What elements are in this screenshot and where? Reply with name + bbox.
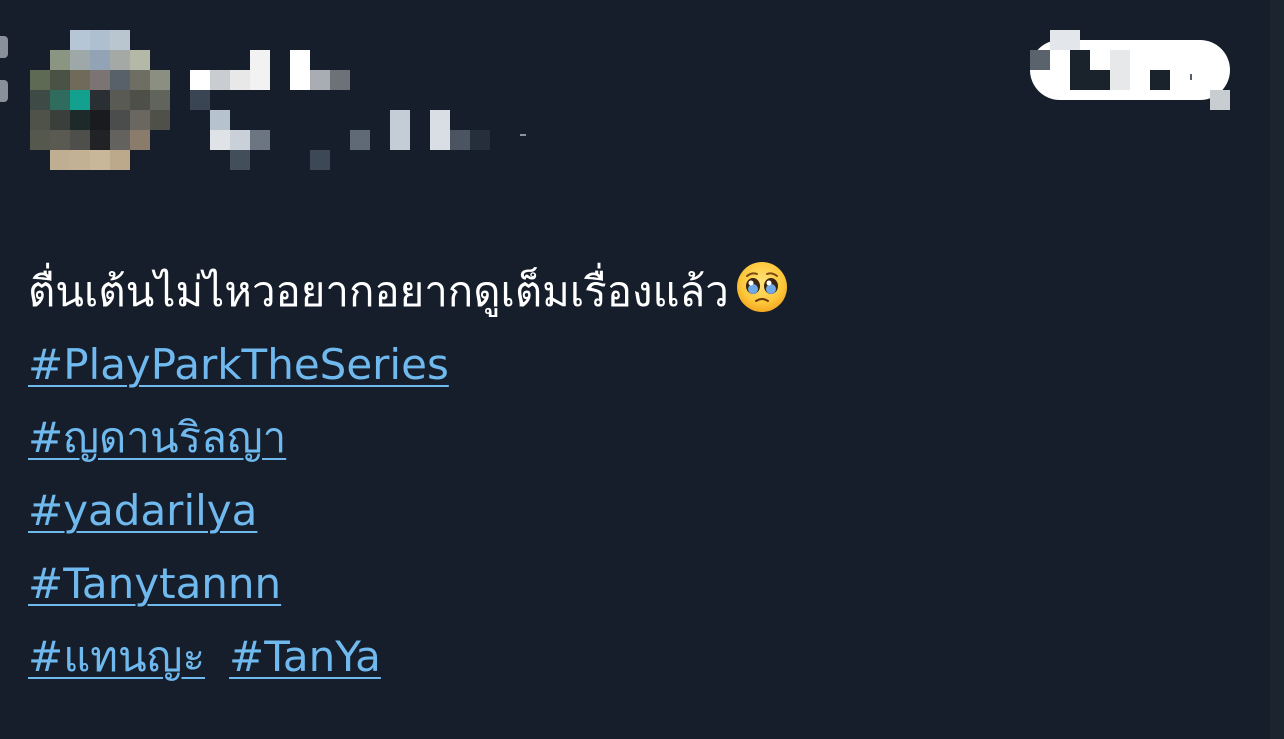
tweet-card: ตื่นเต้นไม่ไหวอยากอยากดูเต็มเรื่องแล้ว #… — [0, 0, 1284, 739]
tweet-text-line: ตื่นเต้นไม่ไหวอยากอยากดูเต็มเรื่องแล้ว — [28, 255, 1228, 328]
display-name-redacted[interactable] — [190, 50, 350, 90]
avatar[interactable] — [30, 30, 170, 170]
hashtag-line: #PlayParkTheSeries — [28, 328, 1228, 401]
hashtag-link[interactable]: #TanYa — [229, 632, 381, 681]
hashtag-link[interactable]: #yadarilya — [28, 486, 257, 535]
hashtag-link[interactable]: #ญดานริลญา — [28, 413, 286, 462]
tweet-body: ตื่นเต้นไม่ไหวอยากอยากดูเต็มเรื่องแล้ว #… — [28, 255, 1228, 693]
left-edge-fragment — [0, 80, 8, 102]
left-edge-fragment — [0, 36, 8, 58]
follow-button-redacted[interactable] — [1030, 30, 1230, 110]
hashtag-line: #ญดานริลญา — [28, 401, 1228, 474]
tweet-text: ตื่นเต้นไม่ไหวอยากอยากดูเต็มเรื่องแล้ว — [28, 267, 729, 316]
username-handle-redacted[interactable] — [190, 90, 530, 170]
hashtag-line: #Tanytannn — [28, 547, 1228, 620]
pleading-face-emoji — [736, 262, 787, 312]
hashtag-link[interactable]: #PlayParkTheSeries — [28, 340, 449, 389]
scrollbar-track[interactable] — [1270, 0, 1284, 739]
hashtag-line: #yadarilya — [28, 474, 1228, 547]
hashtag-link[interactable]: #แทนญะ — [28, 632, 205, 681]
hashtag-link[interactable]: #Tanytannn — [28, 559, 281, 608]
hashtag-line: #แทนญะ #TanYa — [28, 620, 1228, 693]
